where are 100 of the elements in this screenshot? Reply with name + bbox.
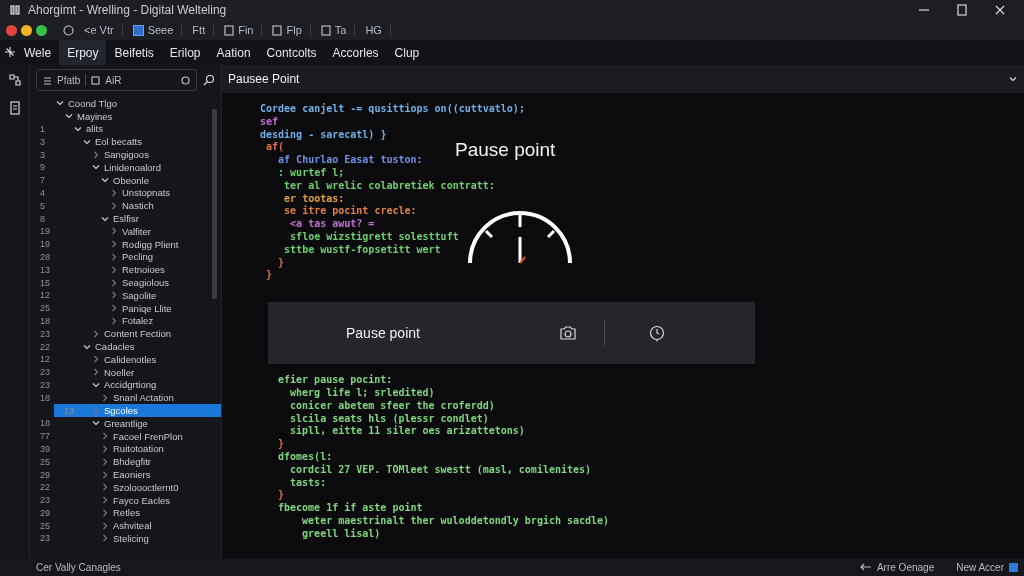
menu-tab[interactable]: Clup [386, 40, 428, 65]
code-line: wherg life l; srledited) [289, 386, 435, 400]
tree-item[interactable]: 12 Calidenotles [30, 352, 221, 366]
files-icon[interactable] [7, 101, 22, 115]
tree-item[interactable]: 23 Accidgrtiong [30, 378, 221, 392]
tree-item[interactable]: 3 Sangigoos [30, 148, 221, 161]
tree-item[interactable]: 9 Linidenoalord [30, 161, 221, 174]
code-line: : wurtef l; [277, 167, 345, 180]
circle-icon [181, 75, 190, 85]
tree-item[interactable]: 13 Sgcoles [54, 404, 221, 417]
tree-item[interactable]: 23 Stelicing [30, 532, 221, 545]
close-icon[interactable] [994, 4, 1006, 16]
toolbar-item[interactable]: <e Vtr [84, 24, 123, 36]
tree-item[interactable]: Coond Tlgo [30, 97, 221, 110]
code-line: } [265, 269, 273, 283]
chevron-down-icon[interactable] [1008, 74, 1018, 84]
tree-item[interactable]: 39 Ruitotoation [30, 442, 221, 456]
tree-item[interactable]: 25 Ashviteal [30, 519, 221, 533]
tree-item[interactable]: 13 Retnoioes [30, 263, 221, 277]
tree-item[interactable]: 23 Fayco Eacles [30, 493, 221, 507]
tree-item[interactable]: 22 Cadacles [30, 340, 221, 353]
search-field[interactable]: Pfatb AiR [36, 69, 197, 91]
chevron-down-icon [92, 380, 100, 389]
tree-item[interactable]: 5 Nastich [30, 199, 221, 213]
tree-item[interactable]: 28 Pecling [30, 250, 221, 264]
status-item[interactable]: New Accer [956, 561, 1018, 573]
tree-item[interactable]: 8 Eslfisr [30, 212, 221, 225]
tree-item[interactable]: 19 Valfiter [30, 224, 221, 238]
image-icon [91, 75, 101, 85]
line-number: 3 [39, 149, 46, 160]
zoom-button[interactable] [36, 24, 47, 36]
tree-item[interactable]: 77 Facoel FrenPlon [30, 429, 221, 443]
toolbar-item[interactable]: Ta [320, 24, 356, 36]
menu-tab[interactable]: Erpoy [59, 40, 107, 65]
code-line: sipll, eitte 11 siler oes arizattetons) [289, 425, 525, 439]
menu-tab[interactable]: Accorles [324, 40, 387, 65]
code-line: er tootas: [283, 192, 345, 205]
circle-icon[interactable] [63, 24, 74, 36]
menu-tab[interactable]: Wele [16, 40, 60, 65]
line-number: 18 [39, 315, 51, 326]
line-number: 39 [39, 443, 51, 454]
menu-tab[interactable]: Contcolts [258, 40, 325, 65]
line-number: 23 [39, 328, 51, 339]
tree-item[interactable]: 29 Retles [30, 506, 221, 520]
code-line: cordcil 27 VEP. TOMleet swestt (masl, comilenites) [289, 463, 592, 477]
panel-label: Pause point [346, 325, 421, 342]
window-title: Ahorgimt - Wrelling - Digital Welteling [28, 3, 228, 17]
tree-item[interactable]: 23 Content Fection [30, 327, 221, 341]
code-line: } [278, 438, 285, 451]
explorer-icon[interactable] [7, 73, 22, 87]
tree-item[interactable]: 23 Noeller [30, 365, 221, 379]
tree-item[interactable]: 4 Unstopnats [30, 186, 221, 200]
scrollbar[interactable] [212, 109, 217, 299]
editor-tab[interactable]: Pausee Point [228, 72, 300, 86]
code-line: sef [260, 115, 279, 129]
chevron-right-icon [92, 329, 100, 338]
status-item[interactable]: Arre Oenage [859, 561, 935, 573]
toolbar-item[interactable]: Flp [272, 24, 311, 36]
minimize-button[interactable] [21, 24, 32, 36]
menu-tab[interactable]: Beifetis [106, 40, 162, 65]
tree-item[interactable]: 29 Eaoniers [30, 468, 221, 481]
line-number: 23 [39, 495, 51, 506]
chevron-down-icon [101, 214, 109, 223]
tree-item[interactable]: 7 Obeonle [30, 173, 221, 187]
code-line: fbecome 1f if aste point [278, 502, 423, 515]
timer-icon[interactable] [647, 323, 667, 344]
menu-tab[interactable]: Aation [208, 40, 259, 65]
tree-item[interactable]: 18 Greantlige [30, 416, 221, 430]
line-number: 25 [39, 456, 51, 467]
line-number: 8 [39, 213, 46, 224]
document-icon [320, 24, 331, 36]
toolbar-item[interactable]: Seee [132, 24, 183, 36]
line-number: 19 [39, 226, 51, 237]
tree-item[interactable]: 1 alits [30, 122, 221, 136]
line-number: 18 [39, 418, 51, 429]
tree-item[interactable]: Mayines [30, 109, 221, 123]
line-number: 77 [39, 431, 51, 442]
tree-item[interactable]: 15 Seagiolous [30, 276, 221, 289]
tree-item[interactable]: 25 Bhdegfitr [30, 455, 221, 469]
tree-item[interactable]: 3 Eol becatts [30, 135, 221, 149]
list-icon [43, 75, 52, 85]
code-line: sttbe wustf-fopsetitt wert [283, 243, 441, 257]
tree-item[interactable]: 25 Paniqe Llite [30, 301, 221, 315]
search-icon[interactable] [203, 74, 215, 86]
tree-item[interactable]: 22 Szoloooctlernt0 [30, 480, 221, 494]
line-number: 18 [39, 392, 51, 403]
toolbar-item[interactable]: Fin [224, 24, 263, 36]
status-text: Cer Vally Canagles [36, 561, 122, 573]
tree-item[interactable]: 18 Snanl Actation [30, 391, 221, 405]
tree-item[interactable]: 12 Sagolite [30, 288, 221, 302]
maximize-icon[interactable] [956, 4, 968, 16]
square-icon [1009, 562, 1018, 572]
line-number: 15 [39, 277, 51, 288]
toolbar-item[interactable]: HG [365, 24, 391, 36]
tree-item[interactable]: 19 Rodigg Plient [30, 237, 221, 251]
toolbar-item[interactable]: Ftt [192, 24, 215, 36]
menu-tab[interactable]: Erilop [161, 40, 209, 65]
tree-item[interactable]: 18 Fotalez [30, 314, 221, 328]
code-line: conicer abetem sfeer the croferdd) [289, 399, 495, 413]
close-button[interactable] [6, 24, 17, 36]
